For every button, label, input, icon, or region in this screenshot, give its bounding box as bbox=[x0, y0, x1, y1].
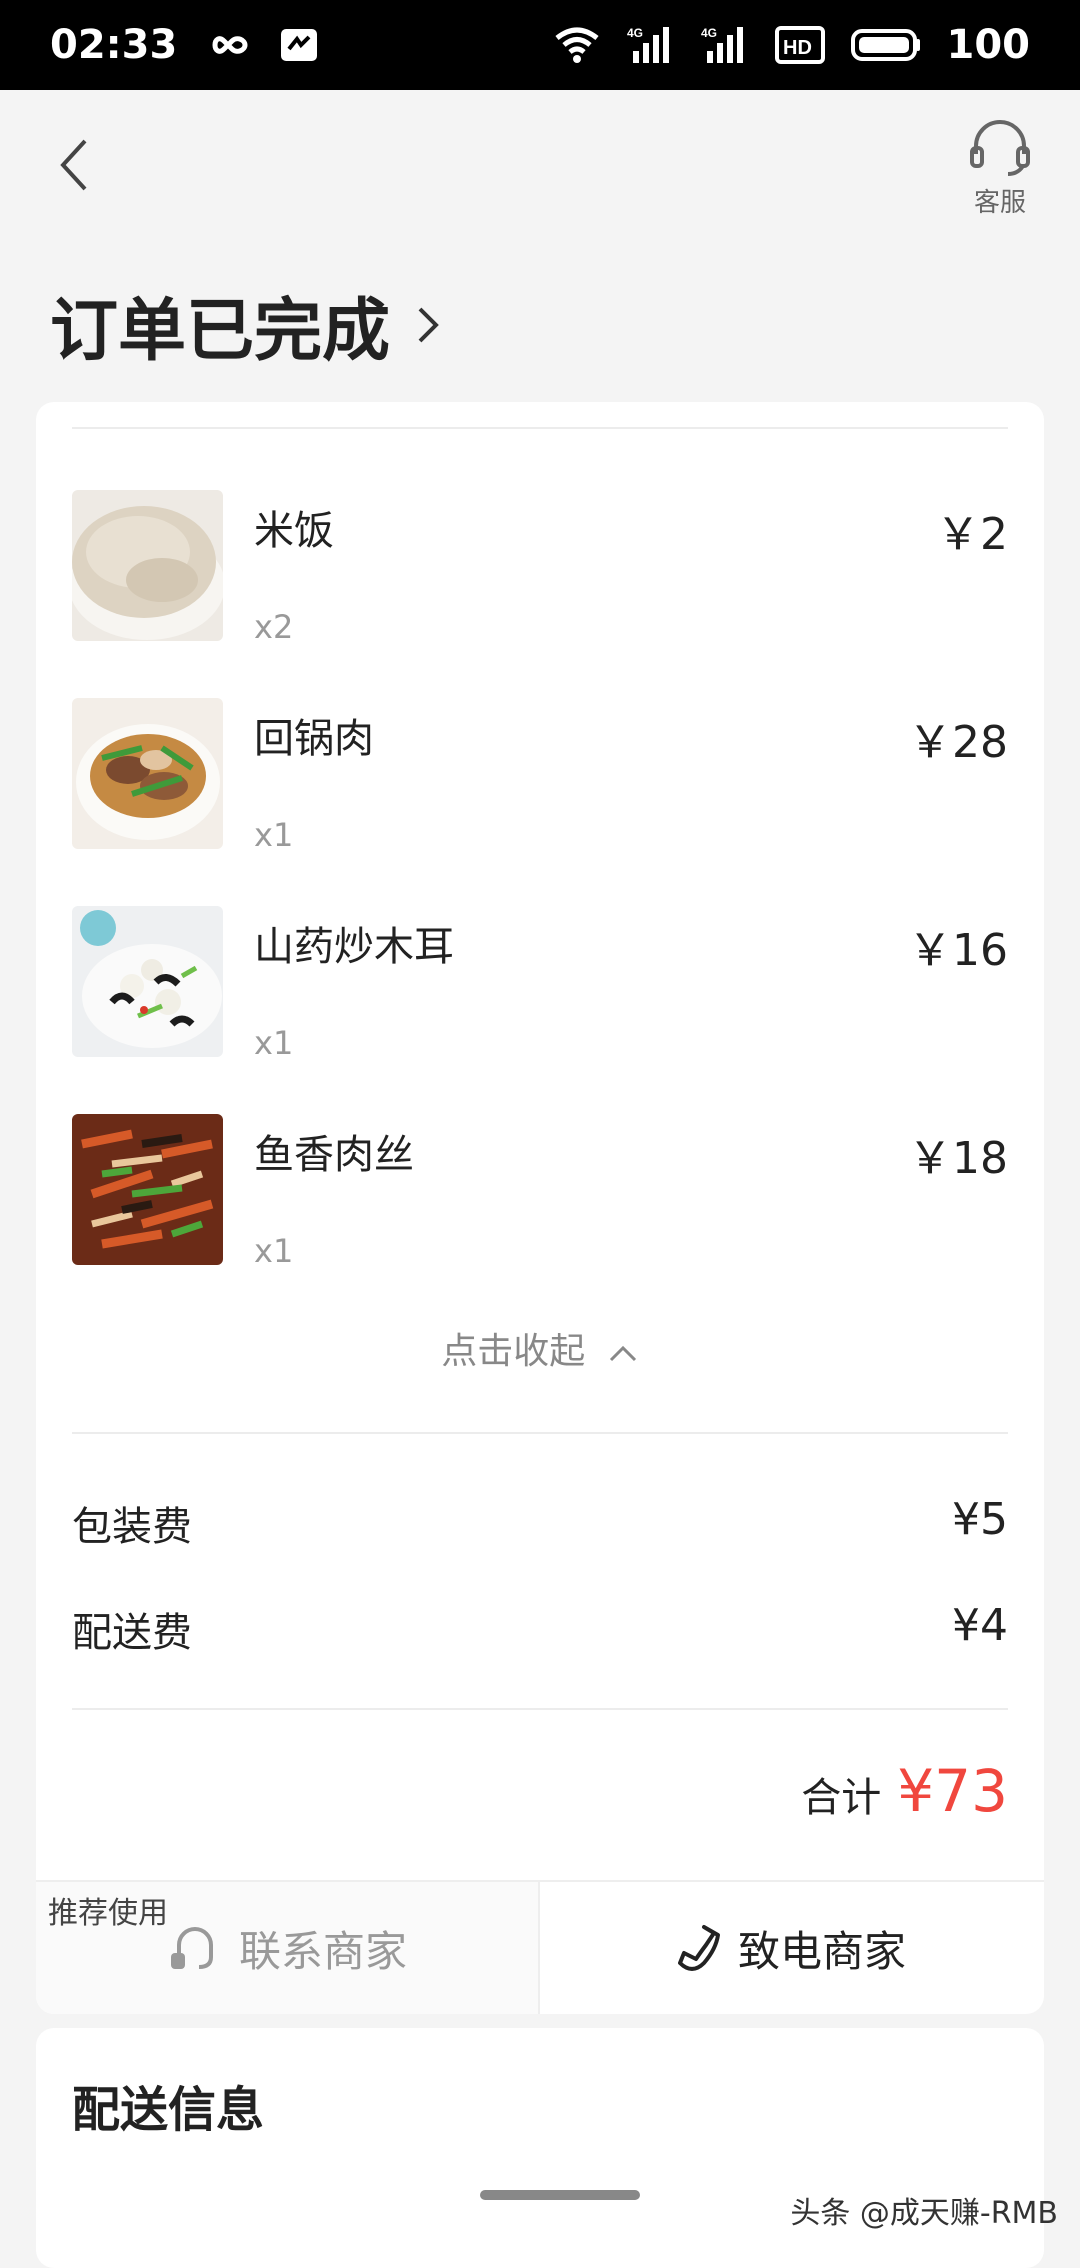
recommend-tag: 推荐使用 bbox=[48, 1896, 168, 1931]
collapse-label: 点击收起 bbox=[441, 1331, 586, 1372]
phone-icon bbox=[677, 1925, 720, 1971]
item-quantity: x1 bbox=[254, 816, 294, 854]
item-image-rice bbox=[72, 490, 223, 641]
customer-service-button[interactable]: 客服 bbox=[960, 120, 1040, 219]
order-status-link[interactable]: 订单已完成 bbox=[50, 275, 442, 374]
fee-value: ¥5 bbox=[952, 1494, 1008, 1545]
signal-4g-icon: 4G bbox=[627, 25, 675, 65]
customer-service-label: 客服 bbox=[973, 188, 1026, 218]
item-quantity: x1 bbox=[254, 1232, 294, 1270]
item-quantity: x2 bbox=[254, 608, 294, 646]
hd-icon: HD bbox=[774, 26, 825, 64]
svg-text:4G: 4G bbox=[701, 26, 717, 40]
item-image-shredded-pork bbox=[72, 1114, 223, 1265]
top-bar: 客服 bbox=[0, 90, 1080, 235]
chevron-left-icon bbox=[60, 139, 87, 191]
delivery-fee-row: 配送费 ¥4 bbox=[72, 1600, 1008, 1658]
back-button[interactable] bbox=[55, 135, 105, 195]
order-item: 鱼香肉丝 x1 ￥18 bbox=[72, 1114, 1008, 1270]
status-time: 02:33 bbox=[50, 22, 178, 68]
item-price: ￥16 bbox=[908, 925, 1008, 976]
item-name: 米饭 bbox=[254, 508, 334, 554]
contact-merchant-label: 联系商家 bbox=[238, 1926, 407, 1976]
infinity-icon bbox=[203, 30, 253, 60]
divider bbox=[72, 1432, 1008, 1434]
svg-text:HD: HD bbox=[783, 37, 812, 59]
svg-text:4G: 4G bbox=[627, 26, 643, 40]
item-name: 鱼香肉丝 bbox=[254, 1132, 414, 1178]
watermark: 头条 @成天赚-RMB bbox=[790, 2196, 1058, 2231]
delivery-info-title: 配送信息 bbox=[72, 2082, 265, 2138]
item-price: ￥18 bbox=[908, 1133, 1008, 1184]
battery-icon bbox=[850, 28, 921, 62]
app-notification-icon bbox=[279, 27, 319, 63]
wifi-icon bbox=[553, 26, 601, 64]
collapse-items-button[interactable]: 点击收起 bbox=[36, 1322, 1044, 1374]
merchant-actions: 推荐使用 联系商家 致电商家 bbox=[36, 1880, 1044, 2014]
chevron-right-icon bbox=[418, 307, 439, 342]
headset-icon bbox=[970, 120, 1030, 176]
order-item: 米饭 x2 ￥2 bbox=[72, 490, 1008, 646]
battery-level: 100 bbox=[946, 22, 1031, 68]
order-item: 山药炒木耳 x1 ￥16 bbox=[72, 906, 1008, 1062]
item-image-twice-cooked-pork bbox=[72, 698, 223, 849]
delivery-info-card: 配送信息 bbox=[36, 2028, 1044, 2268]
order-status-title: 订单已完成 bbox=[50, 292, 391, 371]
status-bar: 02:33 4G 4G HD 100 bbox=[0, 0, 1080, 90]
item-image-yam-wood-ear bbox=[72, 906, 223, 1057]
fee-label: 包装费 bbox=[72, 1504, 192, 1550]
order-detail-card: 米饭 x2 ￥2 回锅肉 x1 ￥28 山药炒木耳 x1 ￥16 鱼香肉丝 x1… bbox=[36, 402, 1044, 2014]
fee-value: ¥4 bbox=[952, 1600, 1008, 1651]
contact-merchant-button[interactable]: 推荐使用 联系商家 bbox=[36, 1882, 540, 2014]
order-item: 回锅肉 x1 ￥28 bbox=[72, 698, 1008, 854]
item-price: ￥28 bbox=[908, 717, 1008, 768]
divider bbox=[72, 1708, 1008, 1710]
fee-label: 配送费 bbox=[72, 1610, 192, 1656]
gesture-bar[interactable] bbox=[480, 2190, 640, 2200]
total-label: 合计 bbox=[801, 1775, 882, 1821]
packaging-fee-row: 包装费 ¥5 bbox=[72, 1494, 1008, 1552]
item-quantity: x1 bbox=[254, 1024, 294, 1062]
chat-bubble-icon bbox=[170, 1927, 213, 1969]
call-merchant-button[interactable]: 致电商家 bbox=[540, 1882, 1044, 2014]
divider bbox=[72, 427, 1008, 429]
item-name: 山药炒木耳 bbox=[254, 924, 454, 970]
call-merchant-label: 致电商家 bbox=[737, 1926, 906, 1976]
total-amount: ¥73 bbox=[897, 1757, 1008, 1825]
chevron-up-icon bbox=[609, 1345, 636, 1362]
order-total: 合计 ¥73 bbox=[801, 1757, 1008, 1825]
signal-4g-icon-2: 4G bbox=[701, 25, 749, 65]
item-name: 回锅肉 bbox=[254, 716, 374, 762]
item-price: ￥2 bbox=[936, 509, 1008, 560]
